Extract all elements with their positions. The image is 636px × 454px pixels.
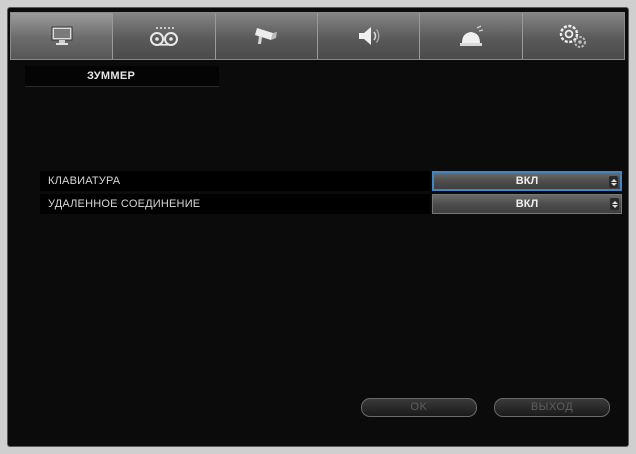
tab-audio[interactable] — [317, 13, 421, 59]
keyboard-value: ВКЛ — [515, 175, 539, 187]
spinner-arrows-icon[interactable] — [610, 198, 619, 210]
remote-connection-select[interactable]: ВКЛ — [432, 194, 622, 214]
settings-gears-icon — [556, 23, 590, 49]
recording-icon — [146, 24, 182, 48]
camera-icon — [251, 24, 281, 48]
alarm-bell-icon — [456, 24, 486, 48]
ok-button[interactable]: OK — [361, 398, 477, 417]
setting-row-keyboard: КЛАВИАТУРА ВКЛ — [40, 171, 625, 191]
tab-camera[interactable] — [215, 13, 318, 59]
tab-display[interactable] — [11, 13, 114, 59]
tab-record[interactable] — [113, 13, 216, 59]
section-title: ЗУММЕР — [25, 66, 219, 87]
remote-connection-value: ВКЛ — [515, 198, 539, 210]
menu-tab-bar — [10, 12, 625, 60]
keyboard-label: КЛАВИАТУРА — [40, 171, 430, 191]
spinner-arrows-icon[interactable] — [609, 176, 618, 188]
keyboard-select[interactable]: ВКЛ — [432, 171, 622, 191]
tab-event[interactable] — [420, 13, 523, 59]
speaker-icon — [354, 24, 384, 48]
monitor-icon — [49, 25, 75, 47]
exit-button[interactable]: ВЫХОД — [494, 398, 610, 417]
remote-connection-label: УДАЛЕННОЕ СОЕДИНЕНИЕ — [40, 194, 430, 214]
setting-row-remote-connection: УДАЛЕННОЕ СОЕДИНЕНИЕ ВКЛ — [40, 194, 625, 214]
tab-system[interactable] — [522, 13, 624, 59]
